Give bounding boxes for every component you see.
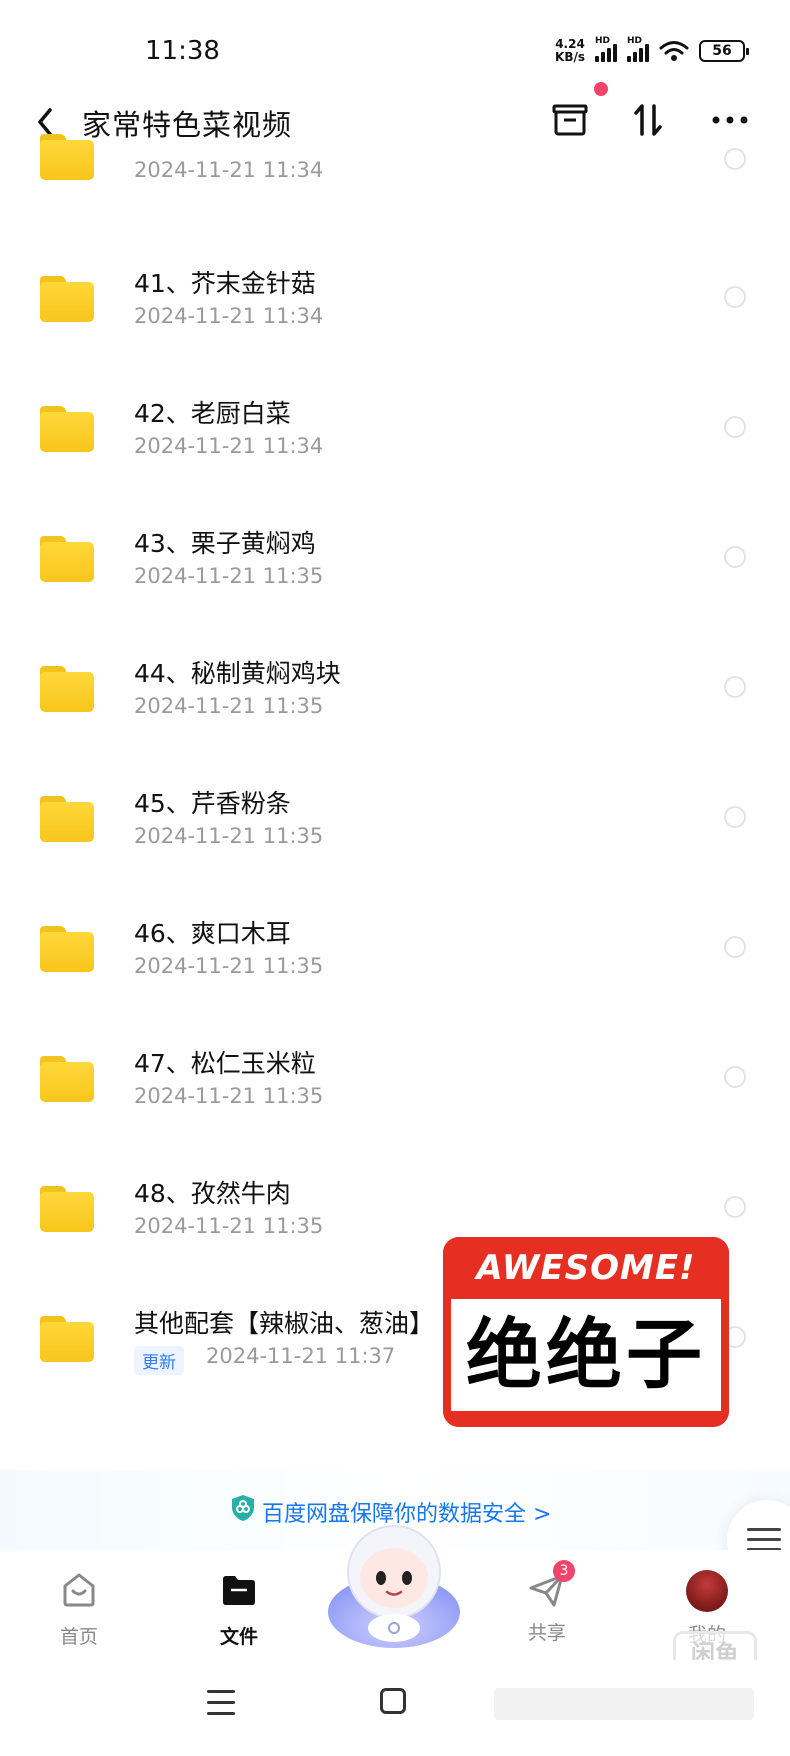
- tab-share[interactable]: 3 共享: [502, 1560, 592, 1645]
- item-name: 43、栗子黄焖鸡: [134, 529, 316, 558]
- item-name: 其他配套【辣椒油、葱油】: [134, 1309, 435, 1338]
- select-radio[interactable]: [724, 1196, 746, 1218]
- item-date: 2024-11-21 11:34: [134, 304, 324, 328]
- notification-dot: [594, 82, 608, 96]
- item-name: 44、秘制黄焖鸡块: [134, 659, 341, 688]
- list-item[interactable]: 44、秘制黄焖鸡块 2024-11-21 11:35: [0, 626, 790, 756]
- folder-icon: [223, 1576, 255, 1605]
- item-name: 46、爽口木耳: [134, 919, 291, 948]
- item-name: 45、芹香粉条: [134, 789, 291, 818]
- list-item[interactable]: 42、老厨白菜 2024-11-21 11:34: [0, 366, 790, 496]
- item-name: 47、松仁玉米粒: [134, 1049, 316, 1078]
- folder-icon: [40, 134, 94, 180]
- list-item[interactable]: 46、爽口木耳 2024-11-21 11:35: [0, 886, 790, 1016]
- folder-icon: [40, 406, 94, 452]
- home-button-icon[interactable]: [380, 1688, 406, 1714]
- list-item[interactable]: 47、松仁玉米粒 2024-11-21 11:35: [0, 1016, 790, 1146]
- wifi-icon: [659, 41, 689, 61]
- item-date: 2024-11-21 11:37: [206, 1344, 396, 1368]
- folder-icon: [40, 536, 94, 582]
- folder-icon: [40, 276, 94, 322]
- list-item[interactable]: 43、栗子黄焖鸡 2024-11-21 11:35: [0, 496, 790, 626]
- folder-icon: [40, 666, 94, 712]
- signal-icon: HD: [627, 36, 649, 62]
- sticker-top-text: AWESOME!: [443, 1237, 729, 1299]
- folder-icon: [40, 796, 94, 842]
- select-radio[interactable]: [724, 416, 746, 438]
- awesome-sticker: AWESOME! 绝绝子: [443, 1237, 729, 1427]
- item-date: 2024-11-21 11:35: [134, 694, 324, 718]
- list-item[interactable]: 45、芹香粉条 2024-11-21 11:35: [0, 756, 790, 886]
- network-speed: 4.24 KB/s: [555, 37, 585, 64]
- signal-icon: HD: [595, 36, 617, 62]
- item-date: 2024-11-21 11:35: [134, 954, 324, 978]
- item-date: 2024-11-21 11:34: [134, 434, 324, 458]
- select-radio[interactable]: [724, 806, 746, 828]
- status-bar: 11:38 4.24 KB/s HD HD 56: [0, 0, 790, 96]
- share-count-badge: 3: [553, 1560, 575, 1582]
- select-radio[interactable]: [724, 546, 746, 568]
- list-item[interactable]: 41、芥末金针菇 2024-11-21 11:34: [0, 236, 790, 366]
- status-time: 11:38: [145, 36, 220, 66]
- item-date: 2024-11-21 11:35: [134, 1214, 324, 1238]
- item-name: 48、孜然牛肉: [134, 1179, 291, 1208]
- item-name: 41、芥末金针菇: [134, 269, 316, 298]
- select-radio[interactable]: [724, 936, 746, 958]
- battery-icon: 56: [699, 40, 749, 62]
- status-indicators: 4.24 KB/s HD HD 56: [555, 36, 749, 64]
- sticker-main-text: 绝绝子: [451, 1299, 721, 1411]
- select-radio[interactable]: [724, 676, 746, 698]
- item-date: 2024-11-21 11:35: [134, 564, 324, 588]
- avatar: [686, 1570, 728, 1612]
- tab-home[interactable]: 首页: [34, 1570, 124, 1649]
- folder-icon: [40, 926, 94, 972]
- select-radio[interactable]: [724, 286, 746, 308]
- update-badge: 更新: [134, 1346, 184, 1375]
- tab-files[interactable]: 文件: [194, 1570, 284, 1649]
- mascot-button[interactable]: [325, 1520, 463, 1650]
- item-date: 2024-11-21 11:35: [134, 1084, 324, 1108]
- folder-icon: [40, 1316, 94, 1362]
- list-item[interactable]: 2024-11-21 11:34: [0, 120, 790, 250]
- system-nav-bar: [0, 1660, 790, 1756]
- select-radio[interactable]: [724, 148, 746, 170]
- item-date: 2024-11-21 11:34: [134, 158, 324, 182]
- menu-icon[interactable]: [207, 1690, 237, 1716]
- item-name: 42、老厨白菜: [134, 399, 291, 428]
- shield-icon: [232, 1495, 254, 1521]
- select-radio[interactable]: [724, 1066, 746, 1088]
- item-date: 2024-11-21 11:35: [134, 824, 324, 848]
- folder-icon: [40, 1186, 94, 1232]
- folder-icon: [40, 1056, 94, 1102]
- blurred-area: [494, 1688, 754, 1720]
- home-icon: [63, 1573, 95, 1607]
